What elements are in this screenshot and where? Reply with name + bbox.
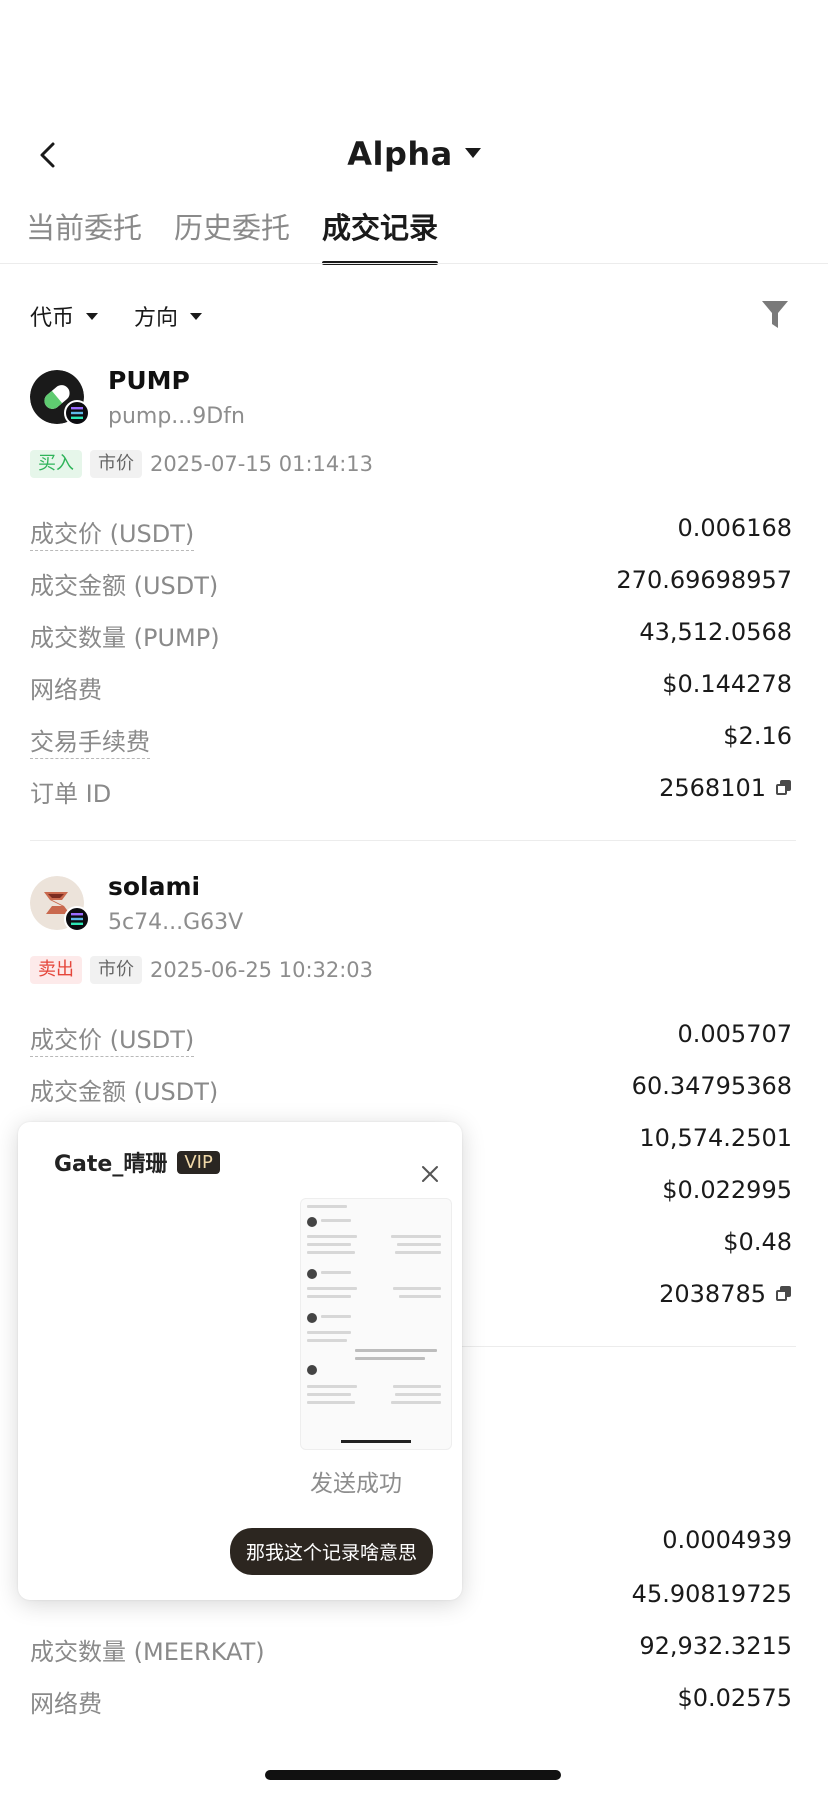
order-id: 2038785 — [659, 1280, 792, 1308]
price-value: 0.005707 — [677, 1020, 792, 1048]
order-id-label: 订单 ID — [30, 780, 112, 808]
vip-badge: VIP — [177, 1150, 220, 1174]
quantity-label: 成交数量 (PUMP) — [30, 624, 220, 652]
network-fee-label: 网络费 — [30, 1690, 102, 1718]
coin-address: pump...9Dfn — [108, 404, 245, 429]
trade-meta: 买入 市价 2025-07-15 01:14:13 — [30, 450, 373, 478]
amount-value: 45.90819725 — [631, 1580, 792, 1608]
coin-name: PUMP — [108, 366, 190, 395]
price-label: 成交价 (USDT) — [30, 1020, 195, 1057]
amount-value: 270.69698957 — [616, 566, 792, 594]
trading-fee-label: 交易手续费 — [30, 722, 150, 759]
page-title[interactable]: Alpha — [0, 135, 828, 173]
chat-message-bubble[interactable]: 那我这个记录啥意思 — [230, 1528, 434, 1575]
chat-sender: Gate_晴珊 VIP — [54, 1146, 220, 1178]
order-tabs: 当前委托 历史委托 成交记录 — [26, 205, 439, 265]
solana-chain-icon — [64, 400, 90, 426]
chevron-down-icon — [86, 312, 99, 320]
quantity-label: 成交数量 (MEERKAT) — [30, 1638, 265, 1666]
network-fee-value: $0.144278 — [662, 670, 792, 698]
sender-name: Gate_晴珊 — [54, 1152, 168, 1177]
direction-filter-label: 方向 — [134, 306, 179, 331]
coin-filter[interactable]: 代币 — [30, 300, 99, 332]
close-icon[interactable] — [420, 1164, 440, 1184]
trade-time: 2025-06-25 10:32:03 — [150, 958, 374, 982]
chat-popup[interactable]: Gate_晴珊 VIP 发送成功 那我这个记录啥意思 — [18, 1122, 462, 1600]
trade-divider — [30, 840, 796, 841]
tab-order-history[interactable]: 历史委托 — [174, 205, 290, 265]
side-badge: 买入 — [30, 450, 82, 478]
filter-bar: 代币 方向 — [30, 300, 203, 332]
trade-meta: 卖出 市价 2025-06-25 10:32:03 — [30, 956, 373, 984]
network-fee-label: 网络费 — [30, 676, 102, 704]
quantity-value: 92,932.3215 — [639, 1632, 792, 1660]
send-status: 发送成功 — [310, 1471, 402, 1497]
trade-time: 2025-07-15 01:14:13 — [150, 452, 374, 476]
screenshot-thumbnail[interactable] — [300, 1198, 452, 1450]
amount-label: 成交金额 (USDT) — [30, 1078, 219, 1106]
price-label: 成交价 (USDT) — [30, 514, 195, 551]
coin-address: 5c74...G63V — [108, 910, 244, 935]
order-id-value: 2038785 — [659, 1280, 766, 1308]
price-value: 0.0004939 — [662, 1526, 792, 1554]
amount-label: 成交金额 (USDT) — [30, 572, 219, 600]
order-type-badge: 市价 — [90, 956, 142, 984]
solana-chain-icon — [64, 906, 90, 932]
side-badge: 卖出 — [30, 956, 82, 984]
tab-trade-records[interactable]: 成交记录 — [322, 205, 439, 265]
direction-filter[interactable]: 方向 — [134, 300, 203, 332]
tabs-divider — [0, 263, 828, 264]
price-value: 0.006168 — [677, 514, 792, 542]
order-id-value: 2568101 — [659, 774, 766, 802]
trading-fee-value: $2.16 — [723, 722, 792, 750]
amount-value: 60.34795368 — [631, 1072, 792, 1100]
quantity-value: 43,512.0568 — [639, 618, 792, 646]
coin-name: solami — [108, 872, 201, 901]
network-fee-value: $0.022995 — [662, 1176, 792, 1204]
copy-icon[interactable] — [776, 780, 792, 796]
order-id: 2568101 — [659, 774, 792, 802]
filter-funnel-icon[interactable] — [760, 298, 790, 332]
chevron-down-icon — [190, 312, 203, 320]
coin-filter-label: 代币 — [30, 306, 75, 331]
title-dropdown-icon — [464, 148, 481, 158]
quantity-value: 10,574.2501 — [639, 1124, 792, 1152]
tab-current-orders[interactable]: 当前委托 — [26, 205, 142, 265]
page-title-text: Alpha — [347, 135, 453, 173]
home-indicator[interactable] — [265, 1770, 561, 1780]
copy-icon[interactable] — [776, 1286, 792, 1302]
network-fee-value: $0.02575 — [677, 1684, 792, 1712]
trading-fee-value: $0.48 — [723, 1228, 792, 1256]
order-type-badge: 市价 — [90, 450, 142, 478]
